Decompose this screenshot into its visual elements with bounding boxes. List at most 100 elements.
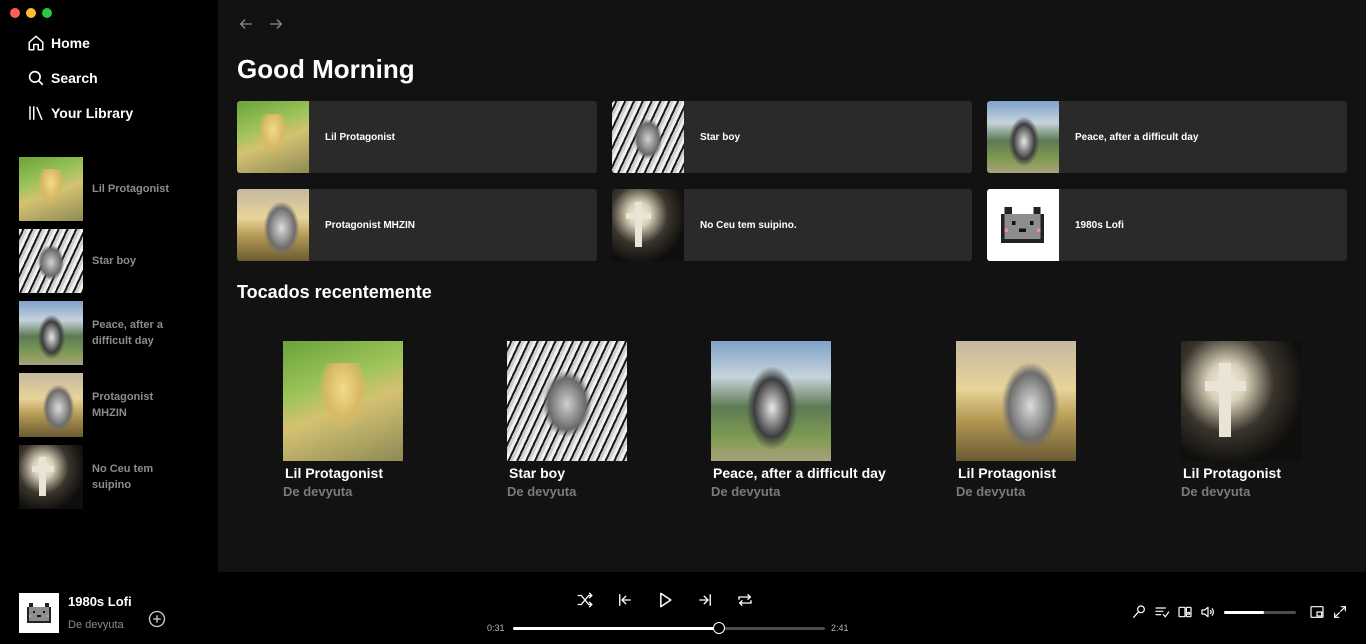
sidebar-playlist-item[interactable]: Lil Protagonist: [19, 157, 209, 221]
queue-icon: [1155, 607, 1170, 618]
recently-played-title: Tocados recentemente: [237, 282, 432, 302]
quick-card-label: Star boy: [700, 131, 741, 143]
play-button[interactable]: [655, 590, 675, 610]
quick-card[interactable]: 1980s Lofi: [987, 189, 1347, 261]
now-playing-artist[interactable]: De devyuta: [68, 619, 124, 631]
recent-item[interactable]: Lil Protagonist De devyuta: [1181, 341, 1366, 499]
lyrics-button[interactable]: [1131, 604, 1147, 620]
recent-subtitle: De devyuta: [507, 484, 577, 499]
shuffle-button[interactable]: [575, 590, 595, 610]
previous-button[interactable]: [615, 590, 635, 610]
quick-card[interactable]: Star boy: [612, 101, 972, 173]
quick-card-cover: [987, 101, 1059, 173]
recent-item[interactable]: Lil Protagonist De devyuta: [956, 341, 1156, 499]
quick-access-grid: Lil Protagonist Star boy Peace, after a …: [237, 101, 1347, 261]
close-window-button[interactable]: [10, 8, 20, 18]
repeat-button[interactable]: [735, 590, 755, 610]
pixel-cat-icon: [27, 603, 51, 623]
sidebar-playlist-item[interactable]: Protagonist MHZIN: [19, 373, 209, 437]
recent-item[interactable]: Star boy De devyuta: [507, 341, 707, 499]
devices-icon: [1178, 606, 1192, 618]
minimize-window-button[interactable]: [26, 8, 36, 18]
mute-button[interactable]: [1200, 604, 1216, 620]
back-arrow-icon[interactable]: [238, 16, 254, 32]
playlist-label: Star boy: [92, 255, 137, 267]
progress-bar[interactable]: [513, 622, 825, 634]
sidebar-playlist-item[interactable]: Peace, after a difficult day: [19, 301, 209, 365]
recent-title: Star boy: [509, 465, 566, 481]
playback-controls: [575, 590, 775, 610]
nav-home[interactable]: Home: [27, 32, 133, 54]
skip-back-icon: [619, 594, 631, 606]
nav-library[interactable]: Your Library: [27, 102, 133, 124]
play-icon: [660, 592, 672, 608]
playlist-cover: [19, 373, 83, 437]
microphone-icon: [1133, 605, 1145, 618]
miniplayer-button[interactable]: [1309, 604, 1325, 620]
page-title: Good Morning: [237, 54, 415, 84]
forward-arrow-icon[interactable]: [268, 16, 284, 32]
recent-item[interactable]: Lil Protagonist De devyuta: [283, 341, 483, 499]
main-content: Good Morning Lil Protagonist Star boy Pe…: [218, 0, 1366, 572]
main-nav: Home Search Your Library: [27, 32, 133, 137]
now-playing-cover[interactable]: [19, 593, 59, 633]
quick-card-label: Protagonist MHZIN: [325, 219, 415, 231]
extra-controls: [1124, 604, 1348, 620]
add-to-library-icon[interactable]: [147, 609, 167, 629]
quick-card[interactable]: No Ceu tem suipino.: [612, 189, 972, 261]
recent-cover: [283, 341, 403, 461]
volume-icon: [1201, 606, 1214, 618]
volume-fill: [1224, 610, 1264, 614]
nav-search[interactable]: Search: [27, 67, 133, 89]
sidebar-playlists: Lil Protagonist Star boy Peace, after a …: [19, 157, 209, 517]
recent-item[interactable]: Peace, after a difficult day De devyuta: [711, 341, 911, 499]
queue-button[interactable]: [1154, 604, 1170, 620]
fullscreen-button[interactable]: [1332, 604, 1348, 620]
playlist-label: Peace, after a difficult day: [92, 319, 163, 347]
volume-slider[interactable]: [1224, 610, 1296, 614]
quick-card[interactable]: Protagonist MHZIN: [237, 189, 597, 261]
now-playing-title[interactable]: 1980s Lofi: [68, 594, 132, 609]
playlist-label: Lil Protagonist: [92, 183, 169, 195]
home-icon: [28, 35, 44, 51]
skip-forward-icon: [699, 594, 711, 606]
nav-library-label: Your Library: [51, 105, 134, 121]
fullscreen-icon: [1334, 606, 1346, 618]
quick-card-label: 1980s Lofi: [1075, 219, 1124, 231]
recent-subtitle: De devyuta: [283, 484, 353, 499]
player-bar: 1980s Lofi De devyuta 0:31 2:41: [0, 572, 1366, 644]
zoom-window-button[interactable]: [42, 8, 52, 18]
sidebar: Home Search Your Library Lil Protagonist…: [0, 0, 218, 572]
elapsed-time: 0:31: [487, 623, 505, 633]
repeat-icon: [738, 594, 752, 606]
recent-cover: [956, 341, 1076, 461]
playlist-label: Protagonist MHZIN: [92, 391, 154, 419]
playlist-label: No Ceu tem suipino: [92, 463, 154, 491]
nav-home-label: Home: [51, 35, 90, 51]
library-icon: [29, 106, 43, 121]
search-icon: [28, 70, 44, 86]
history-nav: [238, 16, 284, 32]
recent-cover: [711, 341, 831, 461]
recent-cover: [507, 341, 627, 461]
quick-card-cover: [237, 189, 309, 261]
quick-card[interactable]: Peace, after a difficult day: [987, 101, 1347, 173]
progress-handle[interactable]: [712, 622, 725, 634]
quick-card-label: Lil Protagonist: [325, 131, 395, 143]
quick-card-label: Peace, after a difficult day: [1075, 131, 1199, 143]
quick-card-cover: [237, 101, 309, 173]
playlist-cover: [19, 301, 83, 365]
nav-search-label: Search: [51, 70, 98, 86]
connect-device-button[interactable]: [1177, 604, 1193, 620]
next-button[interactable]: [695, 590, 715, 610]
progress-fill: [513, 627, 719, 630]
window-controls: [10, 8, 52, 18]
playlist-cover: [19, 445, 83, 509]
duration-time: 2:41: [831, 623, 849, 633]
recent-title: Lil Protagonist: [285, 465, 383, 481]
shuffle-icon: [577, 592, 593, 608]
sidebar-playlist-item[interactable]: Star boy: [19, 229, 209, 293]
quick-card[interactable]: Lil Protagonist: [237, 101, 597, 173]
quick-card-cover: [612, 101, 684, 173]
sidebar-playlist-item[interactable]: No Ceu tem suipino: [19, 445, 209, 509]
